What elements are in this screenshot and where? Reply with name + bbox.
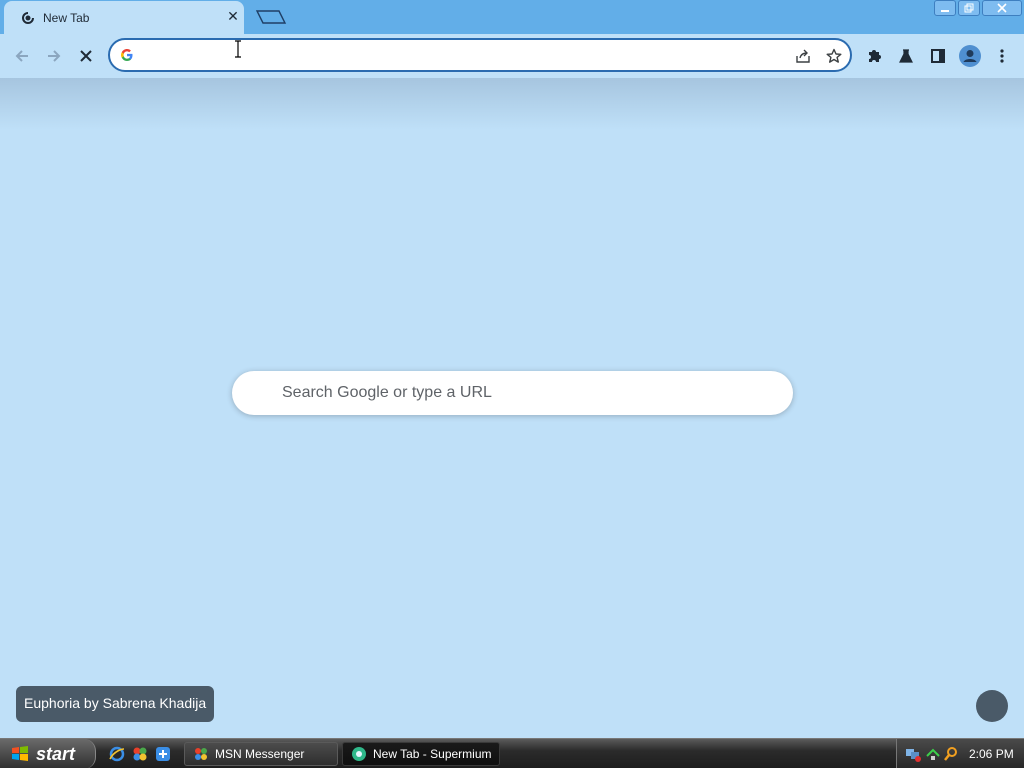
loading-throbber-icon	[22, 12, 34, 24]
background-attribution[interactable]: Euphoria by Sabrena Khadija	[16, 686, 215, 722]
customize-button[interactable]	[976, 690, 1008, 722]
supermium-icon	[352, 747, 366, 761]
msn-butterfly-icon[interactable]	[131, 745, 149, 763]
start-label: start	[36, 743, 76, 764]
start-button[interactable]: start	[0, 739, 96, 768]
omnibox[interactable]	[108, 38, 852, 72]
profile-button[interactable]	[958, 44, 982, 68]
text-cursor-icon	[235, 40, 241, 58]
star-icon	[826, 48, 842, 63]
back-button[interactable]	[10, 44, 34, 68]
back-arrow-icon	[15, 50, 28, 62]
browser-toolbar	[0, 34, 1024, 78]
bookmark-button[interactable]	[825, 47, 843, 65]
side-panel-icon	[931, 49, 945, 63]
restore-icon	[964, 3, 974, 13]
tab-strip: New Tab ✕	[0, 0, 1024, 35]
extensions-button[interactable]	[862, 44, 886, 68]
minimize-button[interactable]	[934, 0, 956, 16]
taskbar-item-msn-messenger[interactable]: MSN Messenger	[184, 742, 338, 766]
taskbar: start MSN Messenger New Tab - Supermium …	[0, 738, 1024, 768]
restore-button[interactable]	[958, 0, 980, 16]
close-icon	[997, 3, 1007, 13]
taskbar-item-label: New Tab - Supermium	[373, 747, 492, 761]
search-icon[interactable]	[943, 746, 959, 762]
menu-button[interactable]	[990, 44, 1014, 68]
minimize-icon	[941, 10, 949, 12]
window-controls	[934, 0, 1022, 18]
stop-x-icon	[80, 50, 92, 62]
system-tray: 2:06 PM	[896, 739, 1024, 768]
side-panel-button[interactable]	[926, 44, 950, 68]
labs-button[interactable]	[894, 44, 918, 68]
network-error-icon[interactable]	[905, 746, 921, 762]
forward-button[interactable]	[42, 44, 66, 68]
messenger-icon[interactable]	[154, 745, 172, 763]
ntp-search-box[interactable]	[232, 371, 793, 415]
share-icon	[796, 49, 810, 63]
msn-messenger-icon	[195, 748, 207, 760]
tab-close-button[interactable]: ✕	[226, 9, 240, 23]
kebab-menu-icon	[1000, 49, 1004, 63]
clock: 2:06 PM	[969, 747, 1014, 761]
internet-explorer-icon[interactable]	[108, 745, 126, 763]
safely-remove-hardware-icon[interactable]	[925, 746, 941, 762]
puzzle-icon	[869, 50, 881, 62]
taskbar-item-new-tab-supermium[interactable]: New Tab - Supermium	[342, 742, 500, 766]
forward-arrow-icon	[48, 50, 61, 62]
ntp-search-input[interactable]	[282, 382, 762, 404]
share-button[interactable]	[794, 47, 812, 65]
tab-title: New Tab	[43, 11, 90, 25]
stop-button[interactable]	[74, 44, 98, 68]
new-tab-page: Euphoria by Sabrena Khadija	[0, 78, 1024, 738]
google-g-icon	[121, 49, 133, 61]
taskbar-item-label: MSN Messenger	[215, 747, 305, 761]
close-window-button[interactable]	[982, 0, 1022, 16]
flask-icon	[899, 49, 913, 63]
tab-new-tab[interactable]: New Tab ✕	[4, 1, 244, 35]
new-tab-button[interactable]	[255, 9, 287, 25]
profile-avatar-icon	[959, 45, 981, 67]
windows-logo-icon	[12, 746, 28, 761]
